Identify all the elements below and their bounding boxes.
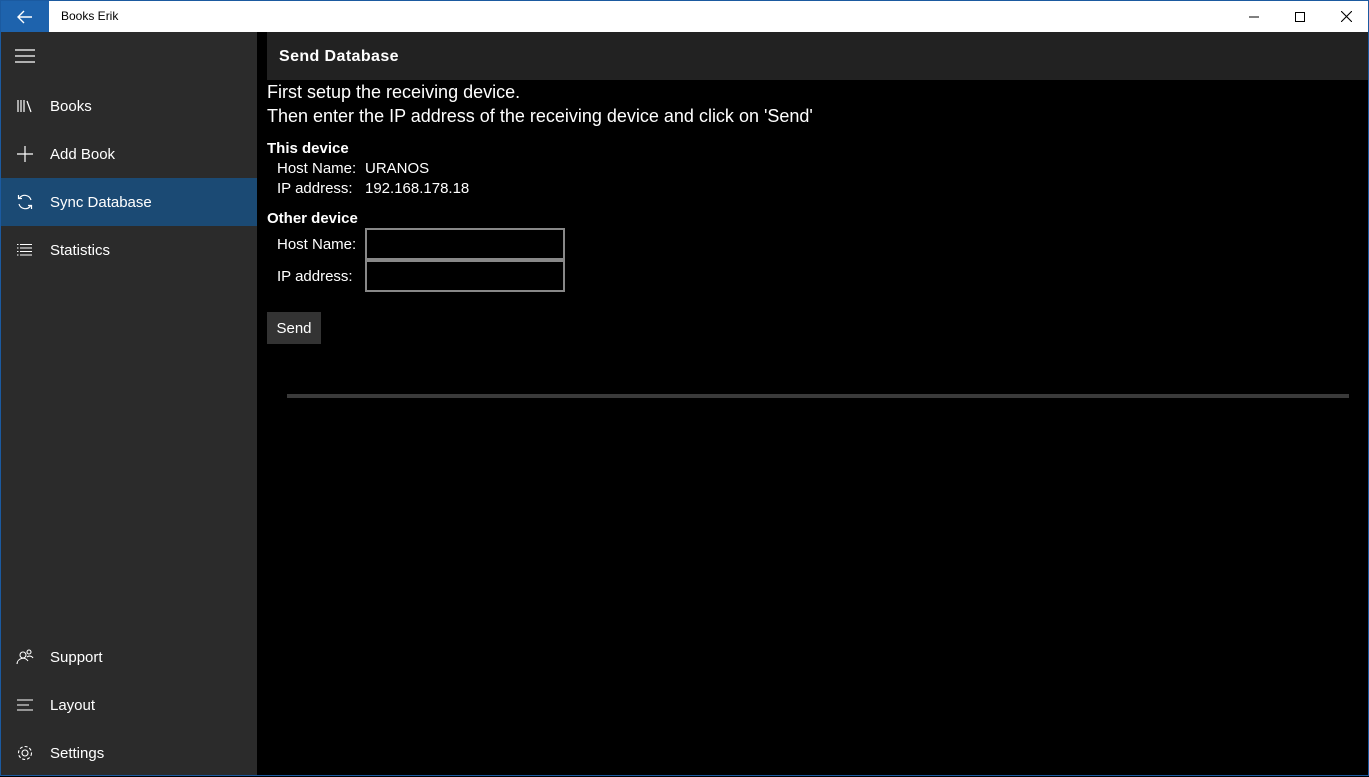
hamburger-icon [15,49,35,63]
other-host-label: Host Name: [277,236,357,253]
page-header: Send Database [267,32,1369,80]
minimize-icon [1249,16,1259,17]
this-ip-label: IP address: [277,180,353,197]
nav-item-books[interactable]: Books [1,82,257,130]
nav-label: Settings [50,744,105,762]
close-icon [1340,11,1352,22]
nav-label: Layout [50,696,96,714]
instruction-line-2: Then enter the IP address of the receivi… [267,106,813,126]
nav-label: Add Book [50,145,116,163]
nav-label: Books [50,97,92,115]
nav-item-sync-database[interactable]: Sync Database [1,178,257,226]
this-ip-value: 192.168.178.18 [365,180,470,197]
nav-label: Statistics [50,241,111,259]
this-host-label: Host Name: [277,160,357,177]
this-device-heading: This device [267,140,349,157]
nav-item-layout[interactable]: Layout [1,681,257,729]
list-icon [1,226,49,274]
close-button[interactable] [1323,1,1369,32]
nav-label: Support [50,648,103,666]
app-title: Books Erik [61,9,119,23]
align-left-icon [1,681,49,729]
nav-item-settings[interactable]: Settings [1,729,257,777]
this-host-value: URANOS [365,160,430,177]
nav-label: Sync Database [50,193,152,211]
navigation-pane: Books Add Book Sync Database Statistics [0,32,257,776]
hamburger-button[interactable] [1,32,49,80]
maximize-icon [1295,11,1305,22]
instruction-line-1: First setup the receiving device. [267,82,521,102]
gear-icon [1,729,49,777]
sync-icon [1,178,49,226]
other-ip-label: IP address: [277,268,353,285]
maximize-button[interactable] [1277,1,1323,32]
send-button[interactable]: Send [267,312,321,344]
progress-bar [287,394,1349,398]
other-device-heading: Other device [267,210,358,227]
nav-item-statistics[interactable]: Statistics [1,226,257,274]
host-name-input[interactable] [365,228,565,260]
nav-item-support[interactable]: Support [1,633,257,681]
nav-item-add-book[interactable]: Add Book [1,130,257,178]
library-icon [1,82,49,130]
people-icon [1,633,49,681]
back-arrow-icon [17,10,32,23]
ip-address-input[interactable] [365,260,565,292]
back-button[interactable] [1,1,49,32]
title-bar: Books Erik [0,0,1369,32]
minimize-button[interactable] [1231,1,1277,32]
plus-icon [1,130,49,178]
page-title: Send Database [279,48,399,65]
